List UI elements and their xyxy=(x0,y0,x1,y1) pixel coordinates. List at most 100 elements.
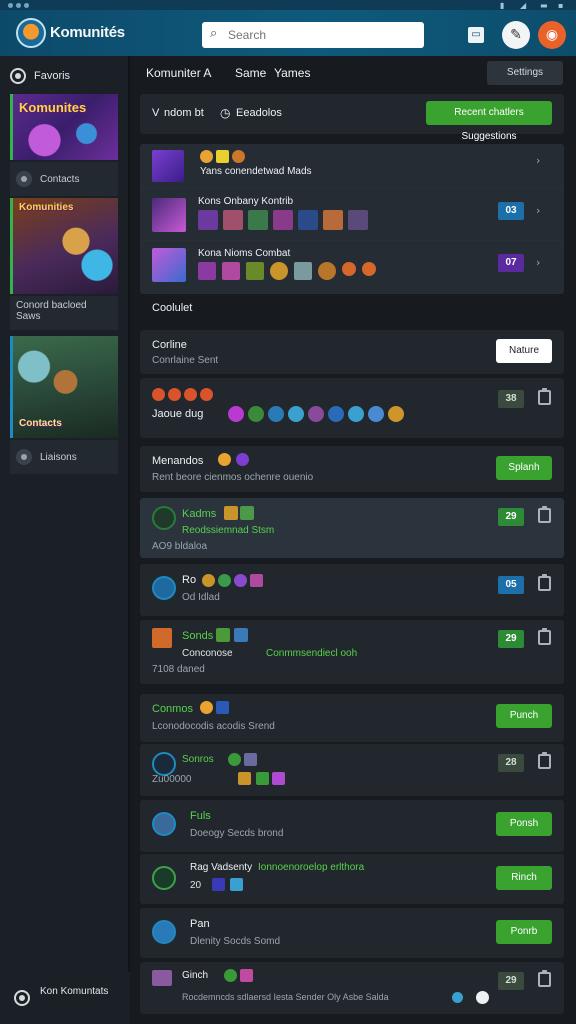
commons-subtitle: Lconodocodis acodis Srend xyxy=(152,721,275,732)
member-avatar-icon[interactable] xyxy=(294,262,312,280)
game-art-title: Komunites xyxy=(19,100,87,115)
tab-same[interactable]: Same xyxy=(235,66,266,80)
member-avatar-icon[interactable] xyxy=(348,210,368,230)
chevron-right-icon[interactable]: › xyxy=(536,154,540,167)
nature-button[interactable]: Nature xyxy=(496,339,552,363)
game-card-contacts[interactable]: Contacts xyxy=(10,336,118,438)
member-avatar-icon[interactable] xyxy=(246,262,264,280)
member-row[interactable]: Ro Od Idlad 05 xyxy=(140,564,564,616)
compass-icon[interactable]: ✎ xyxy=(502,21,530,49)
member-avatar-icon[interactable] xyxy=(228,406,244,422)
divider xyxy=(140,240,564,241)
member-avatar-icon[interactable] xyxy=(328,406,344,422)
activity-row[interactable]: Jaoue dug 38 xyxy=(140,378,564,438)
member-avatar-icon[interactable] xyxy=(288,406,304,422)
member-avatar-icon[interactable] xyxy=(308,406,324,422)
favorites-icon xyxy=(10,68,26,84)
member-meta: 7108 daned xyxy=(152,664,205,675)
avatar[interactable] xyxy=(152,752,176,776)
member-avatar-icon[interactable] xyxy=(268,406,284,422)
member-row[interactable]: Kadms Reodssiemnad Stsm AO9 bldaloa 29 xyxy=(140,498,564,558)
member-avatar-icon[interactable] xyxy=(198,262,216,280)
game-caption-liaisons[interactable]: Liaisons xyxy=(10,440,118,474)
member-row[interactable]: Sonros Zu00000 28 xyxy=(140,744,564,796)
member-row[interactable]: Sonds Conconose Conmmsendiecl ooh 7108 d… xyxy=(140,620,564,684)
member-avatar-icon[interactable] xyxy=(223,210,243,230)
clipboard-icon[interactable] xyxy=(538,752,551,769)
member-row[interactable]: Rag Vadsenty Ionnoenoroelop erlthora 20 … xyxy=(140,854,564,904)
avatar[interactable] xyxy=(152,920,176,944)
coin-icon xyxy=(218,453,231,466)
chevron-right-icon[interactable]: › xyxy=(536,256,540,269)
game-card-komunites[interactable]: Komunites xyxy=(10,94,118,160)
member-avatar-icon[interactable] xyxy=(222,262,240,280)
app-title[interactable]: Komunités xyxy=(50,24,125,41)
chevron-right-icon[interactable]: › xyxy=(536,204,540,217)
game-art-title: Contacts xyxy=(19,418,62,429)
member-avatar-icon[interactable] xyxy=(323,210,343,230)
search-icon: ⌕ xyxy=(210,26,218,41)
search-input[interactable] xyxy=(228,26,418,44)
clipboard-icon[interactable] xyxy=(538,506,551,523)
logo-icon[interactable] xyxy=(16,18,46,48)
notification-icon[interactable]: ◉ xyxy=(538,21,566,49)
sidebar-footer[interactable]: Kon Komuntats xyxy=(0,972,130,1024)
punch-button[interactable]: Punch xyxy=(496,704,552,728)
member-avatar-icon[interactable] xyxy=(298,210,318,230)
game-caption-contacts[interactable]: Contacts xyxy=(10,162,118,196)
sidebar-item-favorites[interactable]: Favoris xyxy=(10,68,70,84)
avatar[interactable] xyxy=(152,866,176,890)
avatar[interactable] xyxy=(152,506,176,530)
member-avatars xyxy=(198,262,376,280)
splanh-button[interactable]: Splanh xyxy=(496,456,552,480)
avatar[interactable] xyxy=(152,970,172,986)
ponsh-button[interactable]: Ponsh xyxy=(496,812,552,836)
window-icon[interactable]: ▭ xyxy=(468,27,484,43)
game-thumbnail[interactable] xyxy=(152,248,186,282)
tab-yames[interactable]: Yames xyxy=(274,66,310,80)
game-thumbnail[interactable] xyxy=(152,198,186,232)
avatar[interactable] xyxy=(152,628,172,648)
member-avatar-icon[interactable] xyxy=(198,210,218,230)
avatar[interactable] xyxy=(152,812,176,836)
ponrb-button[interactable]: Ponrb xyxy=(496,920,552,944)
clock-icon: ◷ xyxy=(220,106,231,120)
clipboard-icon[interactable] xyxy=(538,388,551,405)
member-avatar-icon[interactable] xyxy=(248,210,268,230)
signal-icon: ▮ xyxy=(500,1,505,10)
member-avatar-icon[interactable] xyxy=(273,210,293,230)
members-subtitle: Rent beore cienmos ochenre ouenio xyxy=(152,472,314,483)
member-avatar-icon[interactable] xyxy=(368,406,384,422)
member-name: Sonros xyxy=(182,754,214,765)
member-row[interactable]: Pan Dlenity Socds Somd Ponrb xyxy=(140,908,564,958)
search-bar[interactable]: ⌕ xyxy=(202,22,424,48)
commons-panel: Conmos Lconodocodis acodis Srend Punch xyxy=(140,694,564,742)
tab-bar: Komuniter A Same Yames Settings xyxy=(132,56,576,92)
suggestions-button[interactable]: Recent chatlers Suggestions xyxy=(426,101,552,142)
member-status: Conconose xyxy=(182,648,233,659)
member-avatar-icon[interactable] xyxy=(388,406,404,422)
settings-button[interactable]: Settings xyxy=(487,61,563,85)
member-avatar-icon[interactable] xyxy=(348,406,364,422)
badge-icon xyxy=(240,969,253,982)
chat-icon[interactable] xyxy=(476,991,489,1004)
clipboard-icon[interactable] xyxy=(538,628,551,645)
gem-icon xyxy=(224,969,237,982)
tab-komuniter[interactable]: Komuniter A xyxy=(146,66,211,80)
clipboard-icon[interactable] xyxy=(538,574,551,591)
rinch-button[interactable]: Rinch xyxy=(496,866,552,890)
member-row[interactable]: Ginch Rocdemncds sdlaersd Iesta Sender O… xyxy=(140,962,564,1014)
avatar[interactable] xyxy=(152,576,176,600)
member-avatar-icon[interactable] xyxy=(248,406,264,422)
game-thumbnail[interactable] xyxy=(152,150,184,182)
clipboard-icon[interactable] xyxy=(538,970,551,987)
member-row[interactable]: Fuls Doeogy Secds brond Ponsh xyxy=(140,800,564,852)
sidebar: Favoris Komunites Contacts Komunities Co… xyxy=(0,56,130,1024)
coin-icon xyxy=(318,262,336,280)
game-caption-conord[interactable]: Conord bacloed Saws xyxy=(10,296,118,330)
badge-icon xyxy=(250,574,263,587)
member-status: Rocdemncds sdlaersd Iesta Sender Oly Asb… xyxy=(182,992,389,1002)
game-card-komunities[interactable]: Komunities xyxy=(10,198,118,294)
section-title: Coolulet xyxy=(152,302,193,314)
medal-icon xyxy=(362,262,376,276)
